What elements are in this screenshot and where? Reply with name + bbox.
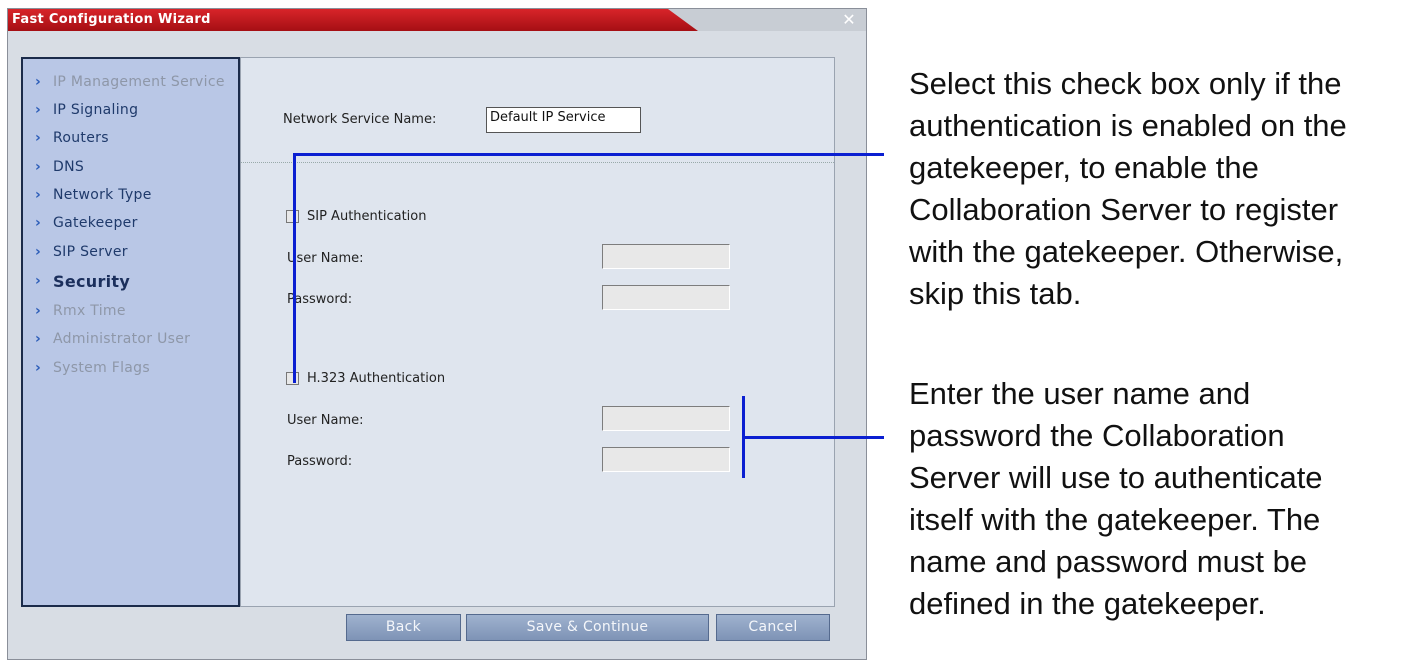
chevron-right-icon: › [35, 159, 42, 175]
nav-item-dns[interactable]: › DNS [35, 156, 84, 178]
nav-item-label: Gatekeeper [53, 215, 138, 231]
chevron-right-icon: › [35, 244, 42, 260]
close-icon[interactable]: ✕ [840, 11, 858, 29]
nav-item-ip-signaling[interactable]: › IP Signaling [35, 99, 138, 121]
chevron-right-icon: › [35, 130, 42, 146]
chevron-right-icon: › [35, 187, 42, 203]
annotation-line: name and password must be [909, 544, 1308, 579]
annotation-line: defined in the gatekeeper. [909, 586, 1266, 621]
title-bar: Fast Configuration Wizard ✕ [8, 9, 866, 31]
nav-item-label: System Flags [53, 360, 150, 376]
checkbox-callout-vertical [293, 153, 296, 383]
back-button[interactable]: Back [346, 614, 461, 641]
chevron-right-icon: › [35, 360, 42, 376]
checkbox-annotation: Select this check box only if the authen… [909, 63, 1347, 315]
annotation-line: skip this tab. [909, 276, 1082, 311]
annotation-line: Collaboration Server to register [909, 192, 1339, 227]
credentials-callout-horizontal [742, 436, 884, 439]
h323-password-input[interactable] [602, 447, 730, 472]
nav-item-label: Administrator User [53, 331, 191, 347]
annotation-line: Enter the user name and [909, 376, 1251, 411]
h323-user-name-input[interactable] [602, 406, 730, 431]
annotation-line: Select this check box only if the [909, 66, 1342, 101]
chevron-right-icon: › [35, 74, 42, 90]
h323-authentication-label: H.323 Authentication [307, 371, 446, 386]
chevron-right-icon: › [35, 273, 42, 289]
annotation-line: authentication is enabled on the [909, 108, 1347, 143]
nav-item-label: Security [53, 271, 131, 291]
nav-item-label: IP Signaling [53, 102, 139, 118]
nav-item-security[interactable]: › Security [35, 270, 130, 292]
annotation-line: itself with the gatekeeper. The [909, 502, 1321, 537]
nav-item-label: Routers [53, 130, 109, 146]
save-continue-button[interactable]: Save & Continue [466, 614, 709, 641]
nav-item-sip-server[interactable]: › SIP Server [35, 241, 128, 263]
nav-item-system-flags[interactable]: › System Flags [35, 357, 150, 379]
chevron-right-icon: › [35, 102, 42, 118]
annotation-line: gatekeeper, to enable the [909, 150, 1259, 185]
nav-item-ip-management-service[interactable]: › IP Management Service [35, 71, 225, 93]
wizard-steps-nav: › IP Management Service › IP Signaling ›… [21, 57, 240, 607]
h323-password-label: Password: [287, 454, 353, 469]
nav-item-label: SIP Server [53, 244, 128, 260]
nav-item-label: DNS [53, 159, 85, 175]
sip-user-name-label: User Name: [287, 251, 364, 266]
checkbox-callout-horizontal [293, 153, 884, 156]
nav-item-gatekeeper[interactable]: › Gatekeeper [35, 212, 138, 234]
sip-password-label: Password: [287, 292, 353, 307]
sip-user-name-input[interactable] [602, 244, 730, 269]
h323-user-name-label: User Name: [287, 413, 364, 428]
window-title: Fast Configuration Wizard [12, 12, 211, 27]
nav-item-label: IP Management Service [53, 74, 225, 90]
nav-item-administrator-user[interactable]: › Administrator User [35, 328, 190, 350]
security-panel: Network Service Name: Default IP Service… [240, 57, 835, 607]
chevron-right-icon: › [35, 303, 42, 319]
cancel-button[interactable]: Cancel [716, 614, 830, 641]
credentials-annotation: Enter the user name and password the Col… [909, 373, 1323, 625]
sip-authentication-label: SIP Authentication [307, 209, 427, 224]
nav-item-rmx-time[interactable]: › Rmx Time [35, 300, 126, 322]
chevron-right-icon: › [35, 331, 42, 347]
annotation-line: with the gatekeeper. Otherwise, [909, 234, 1344, 269]
network-service-name-label: Network Service Name: [283, 112, 437, 127]
annotation-line: password the Collaboration [909, 418, 1285, 453]
network-service-name-field[interactable]: Default IP Service [486, 107, 641, 133]
nav-item-label: Rmx Time [53, 303, 126, 319]
section-divider [241, 162, 834, 163]
annotation-line: Server will use to authenticate [909, 460, 1323, 495]
nav-item-routers[interactable]: › Routers [35, 127, 109, 149]
nav-item-network-type[interactable]: › Network Type [35, 184, 152, 206]
nav-item-label: Network Type [53, 187, 152, 203]
chevron-right-icon: › [35, 215, 42, 231]
sip-password-input[interactable] [602, 285, 730, 310]
